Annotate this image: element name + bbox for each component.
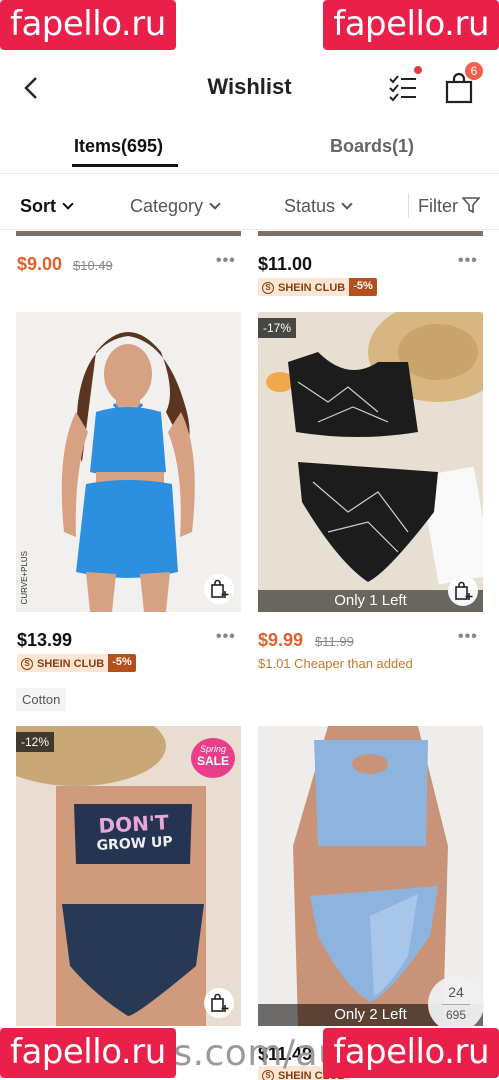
chevron-down-icon	[341, 198, 353, 210]
curve-plus-label: CURVE+PLUS	[20, 550, 29, 604]
product-price: $11.00	[258, 254, 313, 274]
promo-top: Spring	[199, 744, 226, 754]
product-tag: Cotton	[16, 688, 67, 711]
filter-bar: Sort Category Status Filter	[0, 182, 499, 230]
price-drop-note: $1.01 Cheaper than added	[258, 656, 413, 671]
club-s-icon: S	[21, 658, 33, 670]
chevron-down-icon	[209, 198, 221, 210]
category-label: Category	[130, 196, 204, 216]
bag-count-badge: 6	[465, 62, 483, 80]
product-price: $9.00	[17, 254, 63, 274]
more-options-button[interactable]: •••	[458, 252, 478, 270]
watermark-top-right: fapello.ru	[323, 0, 499, 50]
status-dropdown[interactable]: Status	[284, 196, 353, 217]
shein-club-badge: S SHEIN CLUB -5%	[258, 278, 377, 296]
tab-indicator	[72, 164, 178, 167]
product-image-edge	[16, 231, 241, 236]
product-image[interactable]: DON'T GROW UP -12% Spring SALE	[16, 726, 241, 1026]
watermark-middle: us.com/au	[150, 1033, 342, 1074]
product-image-edge	[258, 231, 483, 236]
discount-badge: -12%	[16, 732, 55, 752]
shein-club-badge: S SHEIN CLUB -5%	[17, 654, 136, 672]
filter-label: Filter	[418, 196, 458, 216]
product-price: $9.99	[258, 630, 304, 650]
page-total: 695	[445, 1008, 467, 1022]
add-to-cart-icon	[211, 993, 229, 1012]
product-price: $13.99	[17, 630, 73, 650]
product-photo	[258, 312, 483, 612]
category-dropdown[interactable]: Category	[130, 196, 221, 217]
add-to-cart-button[interactable]	[204, 574, 234, 604]
club-name: SHEIN CLUB	[37, 658, 105, 670]
product-old-price: $10.49	[73, 258, 113, 273]
watermark-bottom-right: fapello.ru	[323, 1028, 499, 1078]
filter-button[interactable]: Filter	[418, 196, 480, 217]
status-label: Status	[284, 196, 336, 216]
product-image[interactable]: -17% Only 1 Left	[258, 312, 483, 612]
page-current: 24	[448, 984, 464, 1000]
page-divider	[442, 1004, 470, 1005]
club-name: SHEIN CLUB	[278, 282, 346, 294]
tab-items[interactable]: Items(695)	[74, 136, 163, 157]
print-text: DON'T GROW UP	[75, 809, 193, 855]
product-old-price: $11.99	[315, 634, 354, 649]
page-counter[interactable]: 24 695	[428, 976, 484, 1032]
add-to-cart-icon	[211, 579, 229, 598]
tab-bar: Items(695) Boards(1)	[0, 128, 499, 174]
more-options-button[interactable]: •••	[216, 628, 236, 646]
club-s-icon: S	[262, 282, 274, 294]
watermark-top-left: fapello.ru	[0, 0, 176, 50]
discount-badge: -17%	[258, 318, 297, 338]
filter-divider	[408, 194, 409, 218]
add-to-cart-button[interactable]	[448, 576, 478, 606]
notification-dot	[414, 66, 422, 74]
add-to-cart-icon	[455, 581, 473, 600]
sort-dropdown[interactable]: Sort	[20, 196, 74, 217]
club-discount: -5%	[108, 654, 136, 672]
add-to-cart-button[interactable]	[204, 988, 234, 1018]
product-photo	[16, 312, 241, 612]
more-options-button[interactable]: •••	[458, 628, 478, 646]
chevron-down-icon	[62, 198, 74, 210]
watermark-bottom-left: fapello.ru	[0, 1028, 176, 1078]
more-options-button[interactable]: •••	[216, 252, 236, 270]
funnel-icon	[462, 197, 480, 214]
list-icon[interactable]	[388, 74, 418, 102]
club-discount: -5%	[349, 278, 377, 296]
header: Wishlist 6	[0, 58, 499, 118]
promo-bottom: SALE	[196, 754, 229, 768]
sort-label: Sort	[20, 196, 56, 216]
product-image[interactable]: CURVE+PLUS	[16, 312, 241, 612]
tab-boards[interactable]: Boards(1)	[330, 136, 414, 157]
page-title: Wishlist	[207, 74, 292, 99]
spring-sale-badge: Spring SALE	[191, 738, 235, 778]
